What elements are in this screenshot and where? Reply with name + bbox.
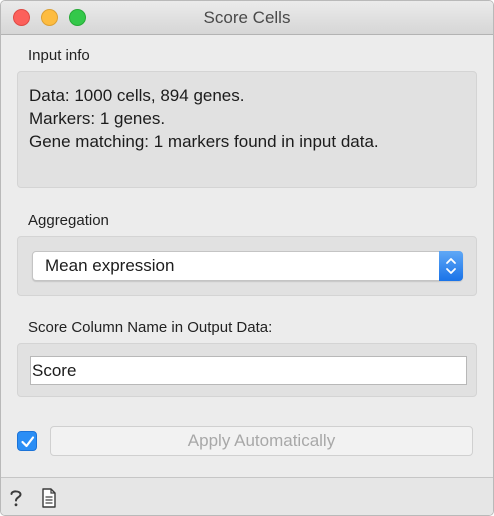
input-info-box: Data: 1000 cells, 894 genes. Markers: 1 … <box>17 71 477 188</box>
score-column-label: Score Column Name in Output Data: <box>28 319 273 336</box>
info-line-data: Data: 1000 cells, 894 genes. <box>29 86 245 105</box>
apply-automatically-checkbox[interactable] <box>17 431 37 451</box>
title-bar[interactable]: Score Cells <box>1 1 493 35</box>
info-line-gene-matching: Gene matching: 1 markers found in input … <box>29 132 379 151</box>
window-title: Score Cells <box>203 8 291 27</box>
status-bar <box>1 477 493 515</box>
chevron-up-down-icon[interactable] <box>439 251 463 281</box>
apply-automatically-button[interactable]: Apply Automatically <box>50 426 473 456</box>
aggregation-label: Aggregation <box>28 212 109 229</box>
question-mark-icon[interactable] <box>8 488 24 513</box>
score-cells-window: Score Cells Input info Data: 1000 cells,… <box>0 0 494 516</box>
score-column-input[interactable] <box>30 356 467 385</box>
info-line-markers: Markers: 1 genes. <box>29 109 166 128</box>
document-icon[interactable] <box>41 488 57 513</box>
aggregation-select[interactable]: Mean expression <box>32 251 463 281</box>
aggregation-selected-value: Mean expression <box>45 256 175 275</box>
checkmark-icon <box>21 436 35 448</box>
input-info-label: Input info <box>28 47 90 64</box>
